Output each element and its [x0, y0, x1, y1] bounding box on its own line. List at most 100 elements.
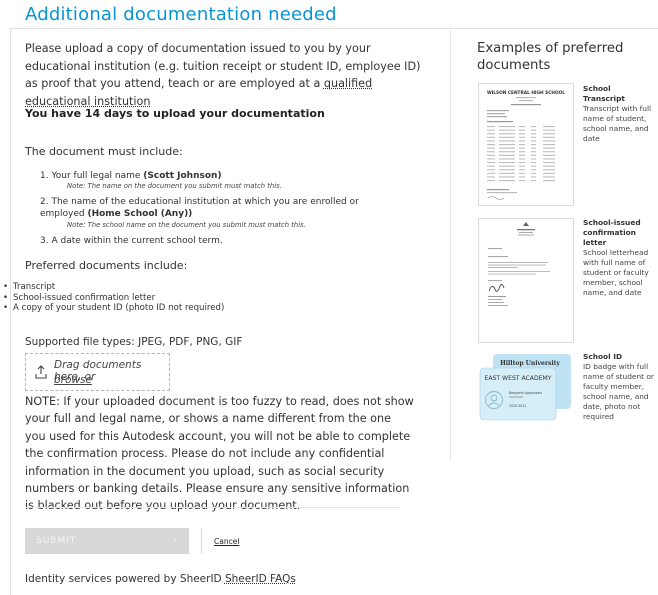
transcript-row-line	[487, 176, 495, 178]
transcript-row-line	[531, 133, 536, 135]
requirement-item-2: 2. The name of the educational instituti…	[40, 196, 395, 220]
school-id-caption-desc: ID badge with full name of student or fa…	[583, 362, 654, 421]
preferred-list: Transcript School-issued confirmation le…	[0, 282, 224, 314]
transcript-row-line	[531, 172, 536, 174]
list-item: A copy of your student ID (photo ID not …	[0, 303, 224, 314]
transcript-row-line	[519, 169, 525, 171]
transcript-row-line	[543, 158, 555, 160]
letter-caption-title: School-issued confirmation letter	[583, 218, 641, 247]
warning-note: NOTE: If your uploaded document is too f…	[25, 395, 414, 513]
transcript-row-line	[499, 172, 515, 174]
transcript-row-line	[499, 169, 515, 171]
transcript-row-line	[519, 136, 525, 138]
transcript-row-line	[487, 165, 495, 167]
transcript-row-line	[499, 129, 515, 131]
page-title: Additional documentation needed	[25, 4, 337, 25]
transcript-row-line	[531, 126, 536, 128]
transcript-row-line	[487, 158, 495, 160]
letter-caption-desc: School letterhead with full name of stud…	[583, 248, 649, 297]
requirements-heading: The document must include:	[25, 145, 183, 158]
transcript-row-line	[487, 154, 495, 156]
preferred-heading: Preferred documents include:	[25, 259, 188, 272]
transcript-row-line	[543, 140, 555, 142]
transcript-row-line	[531, 147, 536, 149]
transcript-row-line	[487, 147, 495, 149]
transcript-row-line	[543, 129, 555, 131]
transcript-row-line	[519, 176, 525, 178]
column-divider	[450, 30, 451, 460]
transcript-row-line	[519, 126, 525, 128]
transcript-row-line	[519, 158, 525, 160]
transcript-row-line	[531, 180, 536, 182]
letter-caption: School-issued confirmation letter School…	[583, 218, 655, 298]
transcript-row-line	[531, 158, 536, 160]
requirement-school: (Home School (Any))	[87, 209, 193, 219]
transcript-row-line	[499, 147, 515, 149]
transcript-row-line	[531, 176, 536, 178]
transcript-row-line	[519, 129, 525, 131]
transcript-row-line	[531, 165, 536, 167]
transcript-row-line	[519, 180, 525, 182]
powered-by-label: Identity services powered by SheerID	[25, 573, 222, 585]
chevron-right-icon: ›	[173, 535, 178, 545]
requirement-note-1: Note: The name on the document you submi…	[67, 182, 282, 190]
transcript-row-line	[543, 126, 555, 128]
upload-dropzone[interactable]: Drag documents here, or browse	[25, 353, 170, 391]
submit-button[interactable]: SUBMIT ›	[25, 528, 189, 554]
divider	[25, 507, 400, 508]
transcript-caption: School Transcript Transcript with full n…	[583, 84, 655, 144]
transcript-caption-title: School Transcript	[583, 84, 625, 103]
transcript-row-line	[499, 176, 515, 178]
transcript-row-line	[543, 172, 555, 174]
transcript-row-line	[531, 169, 536, 171]
transcript-row-line	[499, 154, 515, 156]
requirement-text: Your full legal name	[51, 171, 144, 181]
transcript-row-line	[519, 162, 525, 164]
letter-illustration	[488, 222, 550, 306]
transcript-row-line	[487, 144, 495, 146]
transcript-row-line	[499, 180, 515, 182]
sheerid-faq-link[interactable]: SheerID FAQs	[225, 573, 296, 585]
id-card-illustration: Hilltop University EAST WEST ACADEMY Ben…	[479, 354, 571, 421]
transcript-row-line	[531, 162, 536, 164]
requirement-item-1: 1. Your full legal name (Scott Johnson)	[40, 170, 435, 182]
file-types-text: Supported file types: JPEG, PDF, PNG, GI…	[25, 336, 243, 348]
transcript-illustration: WILSON CENTRAL HIGH SCHOOL	[487, 90, 565, 200]
transcript-example-image: WILSON CENTRAL HIGH SCHOOL	[478, 83, 574, 206]
school-id-caption-title: School ID	[583, 352, 623, 361]
transcript-row-line	[487, 129, 495, 131]
transcript-row-line	[519, 172, 525, 174]
transcript-row-line	[543, 147, 555, 149]
transcript-row-line	[543, 180, 555, 182]
transcript-row-line	[531, 140, 536, 142]
transcript-row-line	[543, 162, 555, 164]
transcript-row-line	[499, 165, 515, 167]
submit-label: SUBMIT	[36, 536, 77, 546]
powered-by-text: Identity services powered by SheerID She…	[25, 573, 296, 585]
transcript-row-line	[487, 133, 495, 135]
requirement-name: (Scott Johnson)	[143, 171, 222, 181]
transcript-row-line	[543, 176, 555, 178]
school-id-example-image: Hilltop University EAST WEST ACADEMY Ben…	[478, 352, 578, 422]
browse-link[interactable]: browse	[54, 374, 92, 386]
list-item: Transcript	[0, 282, 224, 293]
transcript-row-line	[519, 147, 525, 149]
transcript-row-line	[543, 133, 555, 135]
requirement-item-3: 3. A date within the current school term…	[40, 235, 435, 247]
cancel-link[interactable]: Cancel	[214, 537, 239, 546]
school-id-caption: School ID ID badge with full name of stu…	[583, 352, 655, 422]
requirement-note-2: Note: The school name on the document yo…	[67, 221, 306, 229]
transcript-row-line	[519, 165, 525, 167]
upload-icon	[35, 365, 47, 379]
transcript-row-line	[499, 126, 515, 128]
transcript-row-line	[487, 180, 495, 182]
transcript-row-line	[543, 151, 555, 153]
confirmation-letter-example-image	[478, 218, 574, 343]
transcript-row-line	[519, 144, 525, 146]
transcript-row-line	[543, 154, 555, 156]
id-card-holder-name: Benjamin Appleseed	[509, 391, 542, 395]
transcript-row-line	[487, 126, 495, 128]
requirement-number: 3.	[40, 236, 49, 246]
action-separator	[201, 528, 202, 554]
examples-heading: Examples of preferred documents	[477, 41, 624, 73]
